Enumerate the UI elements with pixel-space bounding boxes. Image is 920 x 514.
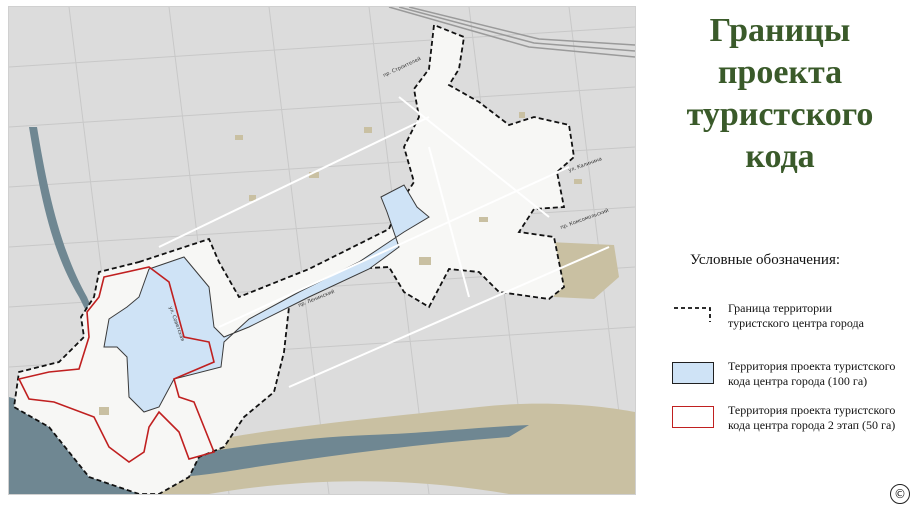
legend-heading: Условные обозначения: [690,252,841,268]
map-canvas: пр. Строителей ул. Калинина пр. Комсомол… [9,7,635,494]
red-swatch-icon [672,406,714,428]
legend-blue-line2: кода центра города (100 га) [728,374,868,388]
legend-boundary-line1: Граница территории [728,301,833,315]
page-title: Границы проекта туристского кода [660,10,900,178]
blue-swatch-icon [672,362,714,384]
title-line: туристского [686,96,874,133]
copyright-icon: © [890,484,910,504]
dashed-boundary-icon [674,307,711,322]
legend-blue-line1: Территория проекта туристского [728,359,896,373]
title-line: проекта [717,54,843,91]
legend-red-line2: кода центра города 2 этап (50 га) [728,418,896,432]
legend-red-line1: Территория проекта туристского [728,403,896,417]
city-map[interactable]: пр. Строителей ул. Калинина пр. Комсомол… [8,6,636,495]
title-line: Границы [709,12,851,49]
legend-boundary-line2: туристского центра города [728,316,864,330]
title-line: кода [745,138,815,175]
